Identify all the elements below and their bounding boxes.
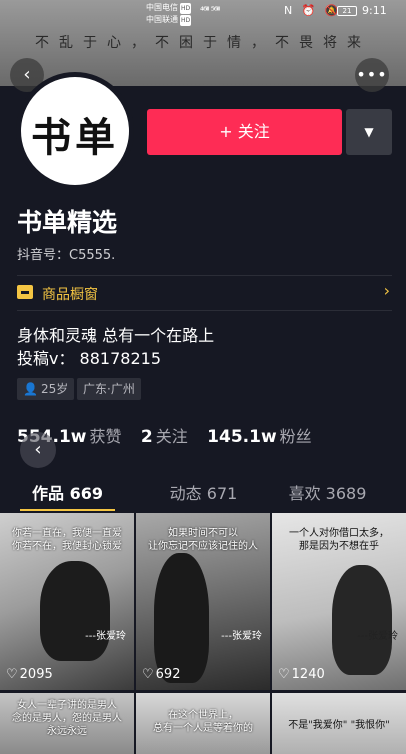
- video-tile[interactable]: 在这个世界上， 总有一个人是等着你的: [136, 693, 270, 754]
- likes-label: 获赞: [89, 427, 122, 446]
- tab-likes[interactable]: 喜欢 3689: [260, 480, 395, 504]
- following-label[interactable]: 关注: [156, 427, 188, 446]
- video-tile[interactable]: 不是"我爱你" "我恨你": [272, 693, 406, 754]
- divider: [17, 310, 392, 311]
- avatar-text: 书单: [31, 114, 119, 161]
- bio-line-1: 身体和灵魂 总有一个在路上: [17, 326, 215, 345]
- video-caption: 一个人对你借口太多， 那是因为不想在乎: [289, 528, 389, 552]
- video-signature: ---张爱玲: [221, 631, 262, 642]
- floating-back-button[interactable]: ‹: [20, 432, 56, 468]
- like-count: ♡ 2095: [6, 667, 53, 682]
- video-caption: 女人一辈子讲的是男人 念的是男人，怨的是男人 永远永远: [12, 700, 122, 737]
- cover-quote: 不乱于心，不困于情，不畏将来: [35, 35, 371, 51]
- video-tile[interactable]: 女人一辈子讲的是男人 念的是男人，怨的是男人 永远永远: [0, 693, 134, 754]
- video-tile[interactable]: 你若一直在，我便一直爱 你若不在，我便封心锁爱 ---张爱玲 ♡ 2095: [0, 513, 134, 690]
- douyin-id: 抖音号：C5555.: [17, 248, 116, 263]
- portrait-figure: [154, 553, 209, 683]
- like-count: ♡ 692: [142, 667, 181, 682]
- location-tag: 广东·广州: [77, 378, 141, 400]
- video-caption: 在这个世界上， 总有一个人是等着你的: [153, 710, 253, 734]
- video-signature: ---张爱玲: [357, 631, 398, 642]
- battery-icon: 21: [337, 6, 357, 16]
- clock: 9:11: [362, 4, 387, 17]
- like-count: ♡ 1240: [278, 667, 325, 682]
- profile-name: 书单精选: [17, 208, 118, 237]
- chevron-right-icon: ›: [383, 281, 390, 300]
- signal-icon: ⁴⁶ᴵᴵᴵ ⁵⁶ᴵᴵᴵ: [200, 6, 220, 17]
- video-caption: 如果时间不可以 让你忘记不应该记住的人: [148, 528, 258, 552]
- stats-row: 554.1w 获赞 2 关注 145.1w 粉丝: [17, 423, 326, 447]
- video-tile[interactable]: 如果时间不可以 让你忘记不应该记住的人 ---张爱玲 ♡ 692: [136, 513, 270, 690]
- content-tabs: 作品 669 动态 671 喜欢 3689: [0, 470, 406, 512]
- hd-badge: HD: [180, 3, 192, 14]
- age-tag: 👤 25岁: [17, 378, 75, 400]
- shop-window-row[interactable]: 商品橱窗 ›: [17, 276, 392, 310]
- followers-count[interactable]: 145.1w: [207, 427, 276, 447]
- status-bar: 中国电信 HD 中国联通 HD ⁴⁶ᴵᴵᴵ ⁵⁶ᴵᴵᴵ N ⏰ 🔕 21 9:11: [0, 0, 406, 26]
- followers-label[interactable]: 粉丝: [280, 427, 312, 446]
- tab-activity[interactable]: 动态 671: [136, 480, 271, 504]
- heart-icon: ♡: [6, 667, 18, 682]
- video-signature: ---张爱玲: [85, 631, 126, 642]
- shop-icon: [17, 285, 33, 299]
- person-icon: 👤: [23, 382, 38, 396]
- carrier-info: 中国电信 HD 中国联通 HD: [146, 2, 192, 26]
- portrait-figure: [332, 565, 392, 675]
- status-icons: N ⏰ 🔕: [284, 4, 342, 17]
- video-caption: 不是"我爱你" "我恨你": [288, 720, 390, 731]
- video-caption: 你若一直在，我便一直爱 你若不在，我便封心锁爱: [12, 528, 122, 552]
- heart-icon: ♡: [142, 667, 154, 682]
- tab-works[interactable]: 作品 669: [0, 480, 135, 504]
- age-label: 25岁: [40, 382, 69, 396]
- more-options-button[interactable]: •••: [355, 58, 389, 92]
- carrier-2: 中国联通: [146, 15, 178, 24]
- following-count[interactable]: 2: [141, 427, 153, 447]
- hd-badge: HD: [180, 15, 192, 26]
- shop-window-label: 商品橱窗: [42, 287, 98, 303]
- follow-button[interactable]: + 关注: [147, 109, 342, 155]
- bio-line-2: 投稿v： 88178215: [17, 349, 161, 368]
- video-tile[interactable]: 一个人对你借口太多， 那是因为不想在乎 ---张爱玲 ♡ 1240: [272, 513, 406, 690]
- recommend-dropdown-button[interactable]: ▼: [346, 109, 392, 155]
- portrait-figure: [40, 561, 110, 661]
- active-tab-indicator: [20, 509, 115, 511]
- carrier-1: 中国电信: [146, 3, 178, 12]
- avatar[interactable]: 书单: [16, 72, 134, 190]
- heart-icon: ♡: [278, 667, 290, 682]
